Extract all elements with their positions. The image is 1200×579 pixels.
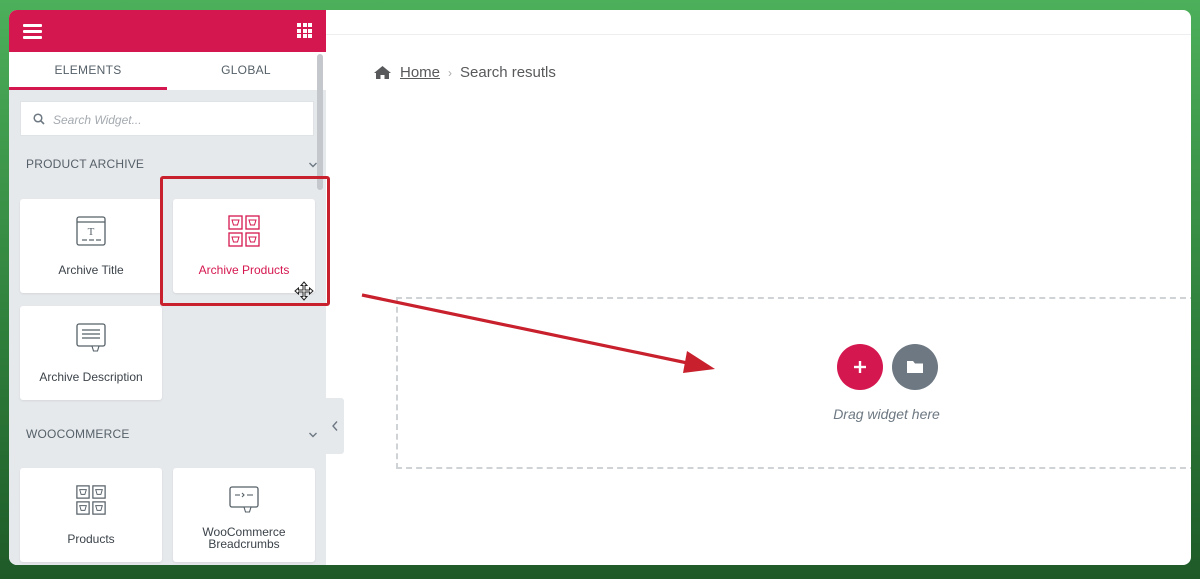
chevron-down-icon[interactable] <box>308 160 318 170</box>
breadcrumb-current: Search resutls <box>460 64 556 81</box>
breadcrumb: Home › Search resutls <box>373 64 556 81</box>
editor-window: ELEMENTS GLOBAL PRODUCT ARCHIVE T <box>9 10 1191 565</box>
widget-woocommerce-breadcrumbs[interactable]: WooCommerce Breadcrumbs <box>173 468 315 562</box>
chevron-left-icon <box>332 421 338 431</box>
widget-drop-zone[interactable] <box>396 297 1191 469</box>
widget-label: Products <box>67 532 115 546</box>
tab-elements[interactable]: ELEMENTS <box>9 52 167 90</box>
widget-label: Archive Description <box>39 370 143 384</box>
widget-label: WooCommerce Breadcrumbs <box>202 525 286 551</box>
breadcrumb-separator: › <box>448 65 453 80</box>
widgets-grid-icon[interactable] <box>297 23 312 38</box>
widget-archive-products[interactable]: Archive Products <box>173 199 315 301</box>
archive-description-icon <box>76 323 106 352</box>
svg-text:T: T <box>88 226 95 238</box>
panel-tabs: ELEMENTS GLOBAL <box>9 52 326 90</box>
widget-archive-title[interactable]: T Archive Title <box>20 199 162 293</box>
archive-title-icon: T <box>76 216 106 246</box>
woocommerce-breadcrumbs-icon <box>229 486 259 513</box>
plus-icon <box>854 361 866 373</box>
archive-products-icon <box>228 215 260 247</box>
panel-header <box>9 10 326 52</box>
folder-icon <box>907 361 923 373</box>
chevron-down-icon[interactable] <box>308 430 318 440</box>
products-icon <box>76 485 106 515</box>
search-input[interactable] <box>51 109 305 131</box>
widget-products[interactable]: Products <box>20 468 162 562</box>
menu-icon[interactable] <box>23 24 42 39</box>
tab-global[interactable]: GLOBAL <box>167 52 325 90</box>
move-cursor-icon <box>294 281 314 301</box>
home-icon <box>374 66 391 79</box>
panel-collapse-toggle[interactable] <box>326 398 344 454</box>
widget-label: Archive Products <box>198 263 290 277</box>
add-section-button[interactable] <box>837 344 883 390</box>
breadcrumb-home-link[interactable]: Home <box>400 64 440 81</box>
widget-search-box <box>20 101 314 136</box>
drop-zone-hint: Drag widget here <box>833 406 940 422</box>
category-product-archive-label[interactable]: PRODUCT ARCHIVE <box>26 157 144 171</box>
search-icon <box>33 113 45 125</box>
widget-label: Archive Title <box>58 263 124 277</box>
widget-panel: ELEMENTS GLOBAL PRODUCT ARCHIVE T <box>9 10 330 565</box>
add-template-button[interactable] <box>892 344 938 390</box>
widget-archive-description[interactable]: Archive Description <box>20 306 162 400</box>
category-woocommerce-label[interactable]: WOOCOMMERCE <box>26 427 130 441</box>
canvas-top-divider <box>326 34 1191 35</box>
